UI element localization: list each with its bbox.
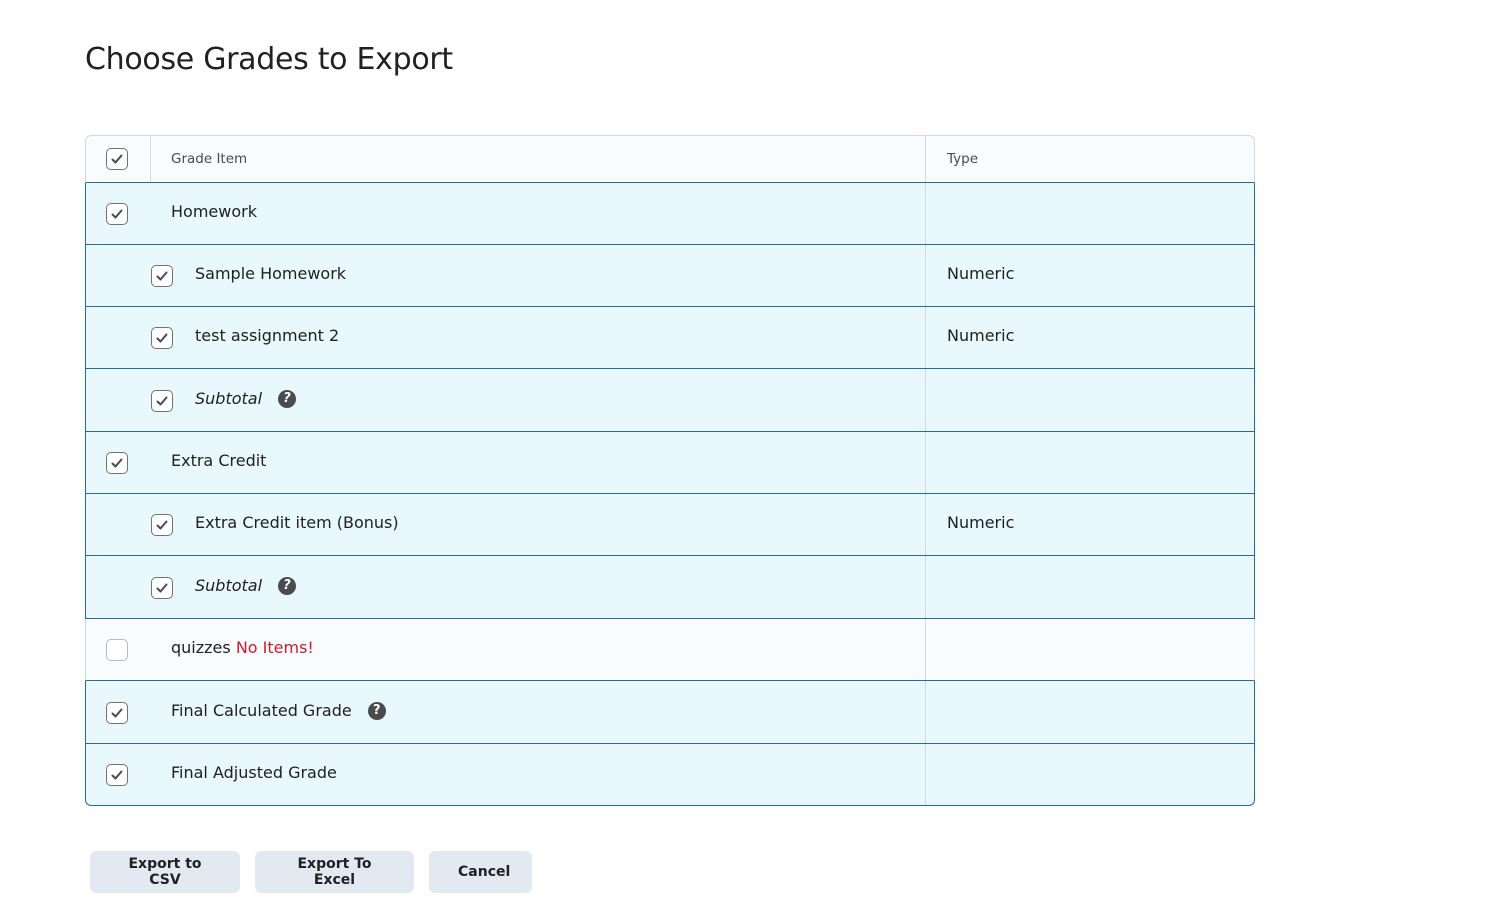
checkmark-icon (156, 396, 168, 406)
checkmark-icon (111, 458, 123, 468)
column-divider (925, 136, 926, 182)
table-body: Homework Sample Homework Numeric test assig… (85, 183, 1255, 806)
grade-item-type: Numeric (947, 326, 1015, 345)
grade-item-name: Sample Homework (195, 264, 346, 284)
checkmark-icon (156, 271, 168, 281)
cancel-button[interactable]: Cancel (429, 851, 532, 893)
table-row[interactable]: Final Adjusted Grade (85, 744, 1255, 806)
grade-item-label: Extra Credit (171, 451, 267, 470)
grade-item-name: Homework (171, 202, 257, 222)
grade-item-name: Extra Credit item (Bonus) (195, 513, 399, 533)
table-row[interactable]: Final Calculated Grade? (85, 681, 1255, 744)
grade-item-name: Subtotal? (195, 576, 297, 596)
grade-item-name: test assignment 2 (195, 326, 339, 346)
grade-item-name: Final Adjusted Grade (171, 763, 337, 783)
grade-item-label: quizzes (171, 638, 231, 657)
row-checkbox[interactable] (151, 265, 173, 287)
table-row[interactable]: Extra Credit item (Bonus) Numeric (85, 494, 1255, 556)
page-title: Choose Grades to Export (85, 42, 453, 77)
column-divider (925, 619, 926, 680)
type-header[interactable]: Type (947, 150, 978, 168)
grade-item-label: Homework (171, 202, 257, 221)
table-row[interactable]: Subtotal? (85, 369, 1255, 432)
grade-item-label: test assignment 2 (195, 326, 340, 345)
grade-item-name: Subtotal? (195, 389, 297, 409)
grade-item-name: Final Calculated Grade? (171, 701, 386, 721)
column-divider (925, 183, 926, 244)
export-csv-button[interactable]: Export to CSV (90, 851, 240, 893)
no-items-warning: No Items! (235, 638, 314, 657)
table-row[interactable]: Sample Homework Numeric (85, 245, 1255, 307)
row-checkbox[interactable] (106, 203, 128, 225)
table-row[interactable]: quizzes No Items! (85, 619, 1255, 681)
grade-item-label: Sample Homework (195, 264, 347, 283)
column-divider (925, 432, 926, 493)
help-icon[interactable]: ? (278, 576, 297, 595)
checkmark-icon (156, 333, 168, 343)
checkmark-icon (111, 154, 123, 164)
export-excel-button[interactable]: Export To Excel (255, 851, 414, 893)
table-header: Grade Item Type (85, 135, 1255, 183)
column-divider (925, 245, 926, 306)
checkmark-icon (111, 708, 123, 718)
help-icon[interactable]: ? (367, 701, 386, 720)
grade-item-label: Final Adjusted Grade (171, 763, 337, 782)
column-divider (925, 494, 926, 555)
row-checkbox[interactable] (106, 639, 128, 661)
help-icon[interactable]: ? (278, 389, 297, 408)
table-row[interactable]: Homework (85, 183, 1255, 245)
grade-item-header[interactable]: Grade Item (171, 150, 247, 168)
grade-item-type: Numeric (947, 513, 1015, 532)
column-divider (925, 369, 926, 431)
checkmark-icon (111, 209, 123, 219)
checkmark-icon (111, 770, 123, 780)
column-divider (925, 744, 926, 805)
row-checkbox[interactable] (106, 452, 128, 474)
row-checkbox[interactable] (151, 577, 173, 599)
row-checkbox[interactable] (106, 764, 128, 786)
grades-table: Grade Item Type Homework Sample Homework N… (85, 135, 1255, 806)
grade-item-type: Numeric (947, 264, 1015, 283)
table-row[interactable]: test assignment 2 Numeric (85, 307, 1255, 369)
grade-item-label: Final Calculated Grade (171, 701, 352, 720)
header-divider (150, 136, 151, 182)
column-divider (925, 556, 926, 618)
grade-item-label: Extra Credit item (Bonus) (195, 513, 399, 532)
column-divider (925, 307, 926, 368)
row-checkbox[interactable] (151, 514, 173, 536)
checkmark-icon (156, 583, 168, 593)
row-checkbox[interactable] (151, 390, 173, 412)
grade-item-name: quizzes No Items! (171, 638, 314, 658)
row-checkbox[interactable] (151, 327, 173, 349)
row-checkbox[interactable] (106, 702, 128, 724)
checkmark-icon (156, 520, 168, 530)
select-all-checkbox[interactable] (106, 148, 128, 170)
grade-item-label: Subtotal (195, 389, 263, 408)
column-divider (925, 681, 926, 743)
table-row[interactable]: Extra Credit (85, 432, 1255, 494)
table-row[interactable]: Subtotal? (85, 556, 1255, 619)
grade-item-name: Extra Credit (171, 451, 266, 471)
grade-item-label: Subtotal (195, 576, 263, 595)
action-buttons: Export to CSV Export To Excel Cancel (90, 851, 532, 893)
